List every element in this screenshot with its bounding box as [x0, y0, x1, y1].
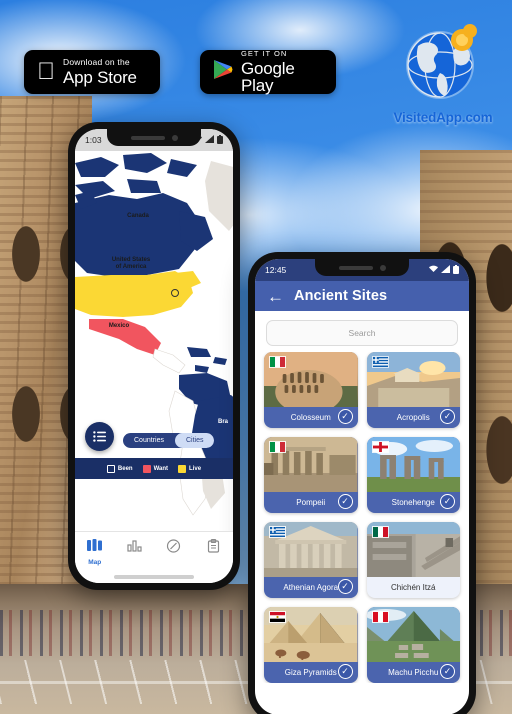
flag-greece	[269, 526, 286, 538]
compass-icon	[166, 539, 181, 558]
apple-logo-icon: 	[37, 60, 55, 84]
brand-logo-block: VisitedApp.com	[384, 20, 502, 125]
checkmark-icon[interactable]: ✓	[337, 409, 353, 424]
checkmark-icon[interactable]: ✓	[337, 664, 353, 679]
brand-logo-text: VisitedApp.com	[393, 110, 493, 125]
google-play-badge[interactable]: GET IT ON Google Play	[200, 50, 336, 94]
legend-label-want: Want	[153, 465, 169, 472]
site-card-colosseum[interactable]: ✓ Colosseum	[264, 352, 358, 428]
status-time-right: 12:45	[265, 265, 287, 275]
map-label-usa: United States of America	[111, 257, 151, 270]
checkmark-icon[interactable]: ✓	[440, 409, 455, 424]
checkmark-icon[interactable]: ✓	[440, 494, 455, 509]
camera-icon	[171, 134, 178, 141]
segment-countries[interactable]: Countries	[123, 433, 175, 448]
world-map[interactable]: Canada United States of America Mexico B…	[75, 151, 233, 531]
phone-notch-right	[315, 259, 409, 276]
tab-map-label: Map	[88, 559, 102, 566]
signal-icon	[205, 135, 214, 145]
segment-cities[interactable]: Cities	[174, 433, 215, 448]
page-title: Ancient Sites	[294, 288, 388, 304]
search-input[interactable]: Search	[266, 320, 458, 346]
back-arrow-icon[interactable]: ←	[267, 288, 284, 305]
battery-icon	[217, 134, 223, 146]
legend-swatch-been	[106, 464, 115, 473]
globe-with-pin-icon	[400, 20, 486, 106]
map-label-brazil: Bra	[217, 419, 228, 425]
site-card-chichen-itza[interactable]: Chichén Itzá	[366, 522, 460, 598]
phone-notch-left	[107, 129, 201, 146]
legend-label-been: Been	[117, 465, 133, 472]
app-store-badge-subtitle: Download on the	[45, 57, 130, 68]
flag-peru	[371, 611, 389, 623]
map-selection-marker[interactable]	[171, 289, 179, 297]
checkmark-icon[interactable]: ✓	[337, 494, 353, 509]
legend-item-been[interactable]: Been	[106, 464, 133, 473]
sites-grid: ✓ Colosseum ✓ Acropolis ✓ Pompeii ✓ Ston…	[255, 352, 469, 683]
map-mode-segmented-control[interactable]: Countries Cities	[123, 433, 215, 448]
legend-swatch-live	[178, 464, 187, 473]
search-section: Search	[255, 311, 469, 352]
flag-italy	[269, 441, 286, 453]
checkmark-icon[interactable]: ✓	[440, 664, 455, 679]
site-card-acropolis[interactable]: ✓ Acropolis	[366, 352, 460, 428]
site-card-stonehenge[interactable]: ✓ Stonehenge	[366, 437, 460, 513]
wifi-icon	[429, 265, 438, 275]
site-card-machu-picchu[interactable]: ✓ Machu Picchu	[366, 607, 460, 683]
promo-screenshot:  Download on the App Store GET IT ON Go…	[0, 0, 512, 714]
signal-icon	[441, 265, 450, 275]
site-name: Chichén Itzá	[391, 583, 436, 592]
phone-right-ancient-sites-screen: 12:45 ← Ancient Sites Search ✓ Colosseum…	[248, 252, 476, 714]
flag-greece	[371, 356, 389, 368]
legend-label-live: Live	[189, 465, 202, 472]
checkmark-icon[interactable]: ✓	[337, 579, 353, 594]
speaker-icon	[130, 135, 165, 140]
legend-item-live[interactable]: Live	[178, 464, 202, 473]
flag-england	[371, 441, 389, 453]
site-card-athenian-agora[interactable]: ✓ Athenian Agora	[264, 522, 358, 598]
list-lines-icon[interactable]	[85, 422, 114, 451]
map-label-canada: Canada	[127, 213, 149, 219]
camera-icon	[379, 264, 386, 271]
bar-chart-icon	[127, 539, 142, 557]
status-time-left: 1:03	[85, 135, 102, 145]
tab-stats[interactable]	[115, 539, 155, 559]
site-card-pompeii[interactable]: ✓ Pompeii	[264, 437, 358, 513]
map-legend: Been Want Live	[75, 458, 233, 479]
flag-mexico	[371, 526, 389, 538]
app-store-badge-title: App Store	[45, 67, 137, 87]
flag-italy	[269, 356, 286, 368]
site-card-giza-pyramids[interactable]: ✓ Giza Pyramids	[264, 607, 358, 683]
map-icon	[87, 539, 103, 557]
flag-egypt	[269, 611, 286, 623]
tab-lists[interactable]	[194, 539, 234, 560]
google-play-triangle-icon	[213, 59, 233, 86]
battery-icon	[453, 264, 459, 276]
google-play-badge-title: Google Play	[241, 58, 295, 95]
legend-swatch-want	[142, 464, 151, 473]
app-header: ← Ancient Sites	[255, 281, 469, 311]
app-store-badge[interactable]:  Download on the App Store	[24, 50, 160, 94]
tab-explore[interactable]	[154, 539, 194, 560]
tab-map[interactable]: Map	[75, 539, 115, 566]
speaker-icon	[338, 265, 373, 270]
legend-item-want[interactable]: Want	[142, 464, 169, 473]
clipboard-icon	[207, 539, 220, 558]
google-play-badge-subtitle: GET IT ON	[241, 49, 288, 59]
home-indicator-left	[114, 575, 194, 579]
phone-left-map-screen: 1:03 Canada United States of America Mex…	[68, 122, 240, 590]
map-label-mexico: Mexico	[108, 323, 130, 329]
